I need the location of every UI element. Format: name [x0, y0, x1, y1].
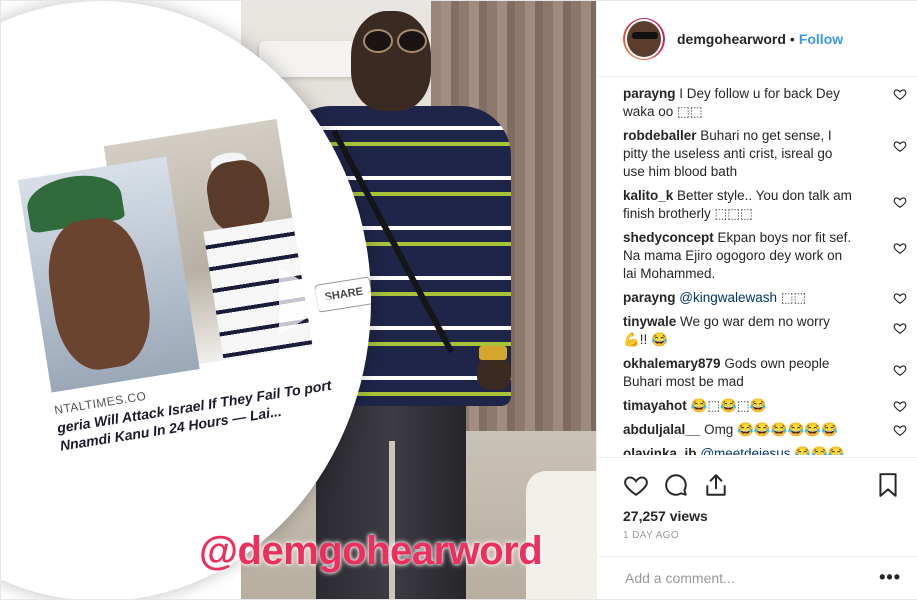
comment-username[interactable]: timayahot: [623, 398, 687, 413]
comment-mention[interactable]: @kingwalewash: [679, 290, 777, 305]
heart-icon[interactable]: [893, 195, 907, 209]
follow-button[interactable]: Follow: [799, 31, 843, 47]
comment-username[interactable]: robdeballer: [623, 128, 697, 143]
comments-list[interactable]: parayng I Dey follow u for back Dey waka…: [597, 77, 917, 455]
heart-icon[interactable]: [893, 291, 907, 305]
share-icon[interactable]: [703, 472, 729, 498]
post-video[interactable]: SHARE NTALTIMES.CO geria Will Attack Isr…: [1, 1, 596, 599]
heart-icon[interactable]: [893, 139, 907, 153]
comment-text: Omg 😂😂😂😂😂😂: [704, 422, 838, 437]
comment: abduljalal__ Omg 😂😂😂😂😂😂: [623, 421, 907, 439]
heart-icon[interactable]: [893, 363, 907, 377]
instagram-post: SHARE NTALTIMES.CO geria Will Attack Isr…: [0, 0, 917, 600]
comment-username[interactable]: kalito_k: [623, 188, 673, 203]
comment: okhalemary879 Gods own people Buhari mos…: [623, 355, 907, 391]
person-hand: [477, 356, 511, 390]
comment-text: 😂😂😂: [790, 446, 845, 455]
play-icon[interactable]: [271, 261, 341, 341]
comment: tinywale We go war dem no worry 💪!! 😂: [623, 313, 907, 349]
comment-icon[interactable]: [663, 472, 689, 498]
add-comment-bar: •••: [597, 556, 917, 598]
comment-username[interactable]: tinywale: [623, 314, 676, 329]
person-head: [351, 11, 431, 111]
comment: kalito_k Better style.. You don talk am …: [623, 187, 907, 223]
watermark: @demgohearword: [199, 529, 543, 573]
view-count[interactable]: 27,257 views: [597, 502, 917, 524]
post-actions: 27,257 views 1 DAY AGO •••: [597, 457, 917, 598]
gold-watch: [479, 346, 507, 360]
bookmark-icon[interactable]: [875, 472, 901, 498]
action-icons: [597, 458, 917, 502]
comment-text: ⬚⬚: [777, 290, 807, 305]
username-link[interactable]: demgohearword: [677, 31, 786, 47]
comment-mention[interactable]: @meetdejesus: [700, 446, 790, 455]
comment-text: 😂⬚😂⬚😂: [690, 398, 767, 413]
comment-username[interactable]: olavinka_ib: [623, 446, 697, 455]
comment-username[interactable]: shedyconcept: [623, 230, 714, 245]
comment: shedyconcept Ekpan boys nor fit sef. Na …: [623, 229, 907, 283]
comment: parayng @kingwalewash ⬚⬚: [623, 289, 907, 307]
comment: robdeballer Buhari no get sense, I pitty…: [623, 127, 907, 181]
post-date[interactable]: 1 DAY AGO: [597, 524, 917, 541]
comment-input[interactable]: [623, 568, 880, 587]
more-options-button[interactable]: •••: [879, 567, 901, 588]
heart-icon[interactable]: [893, 399, 907, 413]
comment-username[interactable]: abduljalal__: [623, 422, 700, 437]
heart-icon[interactable]: [623, 472, 649, 498]
comment: olavinka_ib @meetdejesus 😂😂😂: [623, 445, 883, 455]
sunglasses: [363, 29, 427, 53]
separator-dot: •: [789, 30, 795, 47]
avatar[interactable]: [623, 17, 665, 60]
comment-username[interactable]: parayng: [623, 86, 676, 101]
comment-username[interactable]: parayng: [623, 290, 676, 305]
heart-icon[interactable]: [893, 321, 907, 335]
heart-icon[interactable]: [893, 423, 907, 437]
comment: parayng I Dey follow u for back Dey waka…: [623, 85, 907, 121]
post-side-panel: demgohearword • Follow parayng I Dey fol…: [596, 1, 917, 599]
heart-icon[interactable]: [893, 241, 907, 255]
avatar-photo: [625, 18, 663, 59]
post-header: demgohearword • Follow: [597, 1, 917, 77]
comment-username[interactable]: okhalemary879: [623, 356, 721, 371]
comment: timayahot 😂⬚😂⬚😂: [623, 397, 907, 415]
heart-icon[interactable]: [893, 87, 907, 101]
jeans-gap: [389, 441, 395, 599]
